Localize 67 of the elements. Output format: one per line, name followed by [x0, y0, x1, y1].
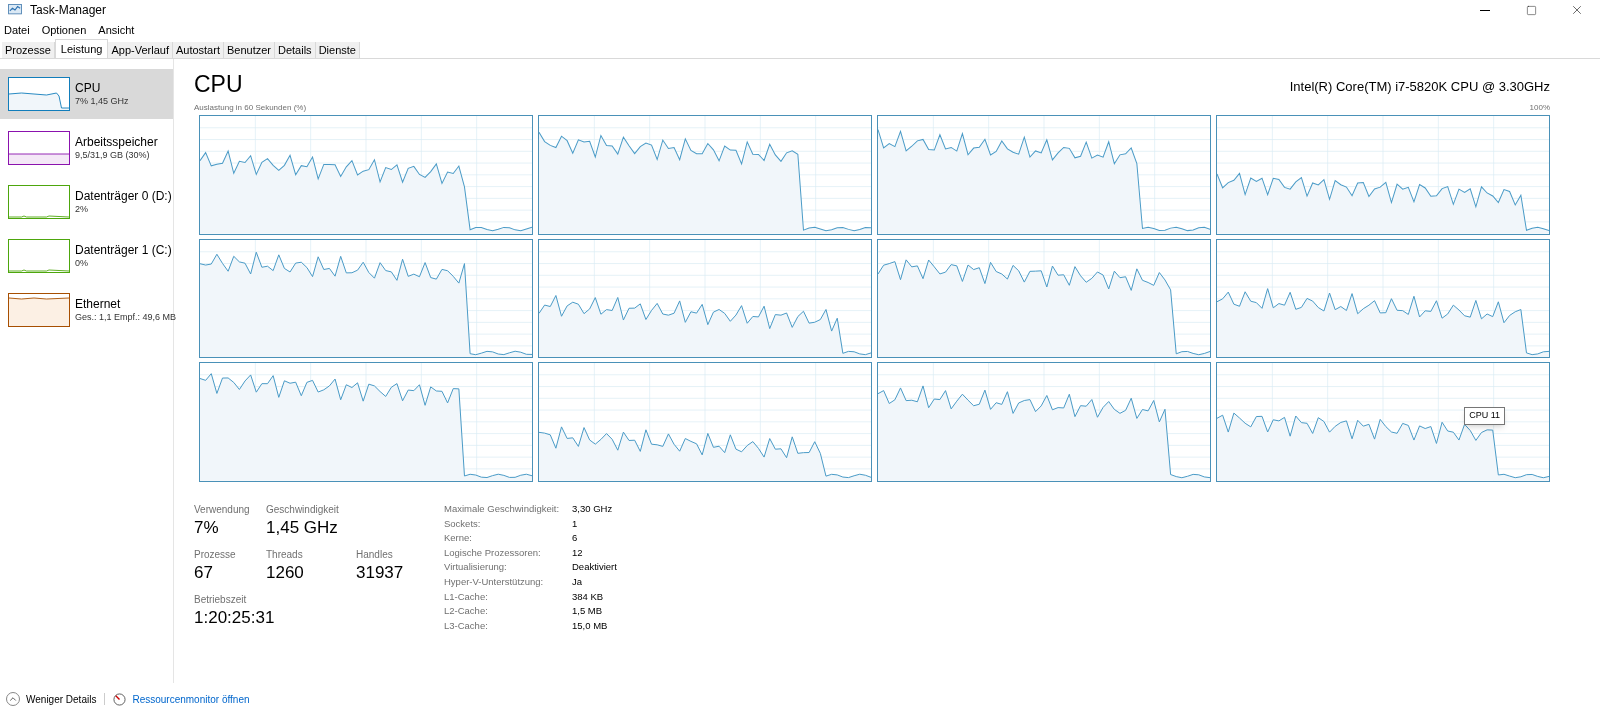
stat-value: 31937	[356, 561, 405, 584]
stat-label: Verwendung	[194, 503, 251, 517]
sidebar-item-title: CPU	[75, 80, 102, 96]
resource-monitor-link[interactable]: Ressourcenmonitor öffnen	[113, 691, 250, 707]
sidebar-item-title: Datenträger 0 (D:)	[75, 188, 172, 204]
tab[interactable]: Prozesse	[2, 42, 55, 58]
detail-label: Kerne:	[444, 531, 473, 546]
task-manager-icon	[8, 4, 22, 16]
detail-value: 1	[572, 516, 579, 531]
gauge-icon	[113, 692, 127, 706]
sidebar-item-subtitle: 2%	[75, 203, 89, 216]
stat-label: Betriebszeit	[194, 592, 248, 607]
graph-max-label: 100%	[1529, 102, 1550, 114]
tab[interactable]: Leistung	[54, 39, 109, 58]
minimize-icon	[1480, 9, 1490, 11]
detail-label: Hyper-V-Unterstützung:	[444, 574, 545, 589]
detail-value: 12	[572, 545, 584, 560]
stat-value: 1260	[266, 561, 305, 584]
sidebar-item-title: Datenträger 1 (C:)	[75, 242, 172, 258]
stat-value: 7%	[194, 517, 220, 539]
sidebar-item-title: Arbeitsspeicher	[75, 134, 158, 150]
sidebar-item[interactable]: CPU 7% 1,45 GHz	[0, 69, 173, 119]
tab[interactable]: Benutzer	[223, 42, 275, 58]
stat-value: 1:20:25:31	[194, 606, 276, 628]
page-title: CPU	[194, 73, 243, 96]
detail-value: Ja	[572, 574, 584, 589]
detail-label: Virtualisierung:	[444, 560, 508, 575]
maximize-icon	[1525, 4, 1537, 16]
detail-value: 384 KB	[572, 589, 605, 604]
tab[interactable]: App-Verlauf	[108, 42, 173, 58]
detail-label: Logische Prozessoren:	[444, 545, 542, 560]
tooltip: CPU 11	[1464, 407, 1505, 425]
sidebar-item[interactable]: Datenträger 1 (C:) 0%	[0, 231, 173, 281]
sidebar-item-subtitle: 7% 1,45 GHz	[75, 95, 129, 108]
stat-label: Prozesse	[194, 547, 237, 562]
detail-value: 1,5 MB	[572, 604, 604, 619]
detail-value: 6	[572, 531, 579, 546]
menu-item[interactable]: Optionen	[41, 21, 87, 39]
detail-label: Sockets:	[444, 516, 482, 531]
detail-label: Maximale Geschwindigkeit:	[444, 502, 561, 516]
stat-value: 67	[194, 561, 214, 584]
detail-label: L2-Cache:	[444, 604, 489, 619]
cpu-model: Intel(R) Core(TM) i7-5820K CPU @ 3.30GHz	[1289, 77, 1550, 96]
stat-label: Handles	[356, 547, 394, 562]
sidebar-item[interactable]: Datenträger 0 (D:) 2%	[0, 177, 173, 227]
stat-label: Geschwindigkeit	[266, 503, 340, 517]
graph-caption: Auslastung in 60 Sekunden (%)	[194, 102, 307, 114]
menu-item[interactable]: Datei	[4, 21, 30, 39]
detail-label: L3-Cache:	[444, 618, 489, 633]
tab[interactable]: Autostart	[172, 42, 224, 58]
sidebar-item-subtitle: 9,5/31,9 GB (30%)	[75, 149, 151, 162]
sidebar-item-subtitle: Ges.: 1,1 Empf.: 49,6 MB	[75, 311, 177, 324]
menu-item[interactable]: Ansicht	[98, 21, 135, 39]
detail-label: L1-Cache:	[444, 589, 489, 604]
stat-label: Threads	[266, 547, 304, 562]
sidebar-item-subtitle: 0%	[75, 257, 89, 270]
close-icon	[1570, 3, 1584, 17]
tab[interactable]: Details	[275, 42, 316, 58]
stat-value: 1,45 GHz	[266, 517, 339, 539]
detail-value: 15,0 MB	[572, 618, 609, 633]
window-title: Task-Manager	[30, 2, 107, 19]
detail-value: Deaktiviert	[572, 560, 617, 575]
sidebar-item[interactable]: Arbeitsspeicher 9,5/31,9 GB (30%)	[0, 123, 173, 173]
detail-value: 3,30 GHz	[572, 502, 614, 516]
sidebar-item-title: Ethernet	[75, 296, 122, 312]
tab[interactable]: Dienste	[315, 42, 360, 58]
less-details-button[interactable]: Weniger Details	[6, 691, 97, 707]
